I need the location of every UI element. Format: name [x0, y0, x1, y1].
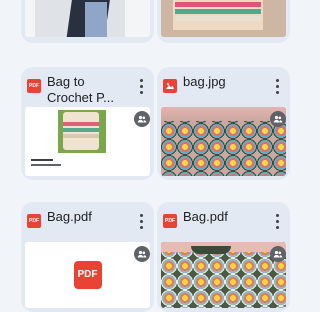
file-card-bag-pdf-2[interactable]: PDF Bag.pdf — [157, 202, 290, 312]
file-card-bag-jpg[interactable]: bag.jpg — [157, 67, 290, 180]
card-header: bag.jpg — [157, 67, 290, 107]
file-card-top-left[interactable] — [21, 0, 154, 43]
shared-people-icon — [270, 246, 286, 262]
shared-people-icon — [270, 111, 286, 127]
more-vert-icon[interactable] — [134, 75, 148, 97]
card-header: PDF Bag.pdf — [21, 202, 154, 242]
file-title: Bag.pdf — [183, 209, 228, 224]
file-title: bag.jpg — [183, 74, 226, 89]
thumbnail: PDF — [25, 242, 150, 308]
thumbnail — [25, 0, 150, 37]
more-vert-icon[interactable] — [134, 210, 148, 232]
card-header: PDF Bag.pdf — [157, 202, 290, 242]
more-vert-icon[interactable] — [270, 210, 284, 232]
file-card-top-right[interactable] — [157, 0, 290, 43]
more-vert-icon[interactable] — [270, 75, 284, 97]
shared-people-icon — [134, 246, 150, 262]
pdf-file-icon: PDF — [163, 214, 177, 228]
thumbnail — [25, 107, 150, 176]
file-title: Bag to Crochet P... — [47, 74, 114, 105]
card-header: PDF Bag to Crochet P... — [21, 67, 154, 107]
thumbnail — [161, 0, 286, 37]
file-card-bag-pdf-1[interactable]: PDF Bag.pdf PDF — [21, 202, 154, 312]
pdf-file-icon: PDF — [27, 214, 41, 228]
shared-people-icon — [134, 111, 150, 127]
thumbnail — [161, 242, 286, 308]
file-title: Bag.pdf — [47, 209, 92, 224]
image-file-icon — [163, 79, 177, 93]
file-card-bag-to-crochet[interactable]: PDF Bag to Crochet P... — [21, 67, 154, 180]
pdf-file-icon: PDF — [27, 79, 41, 93]
thumbnail — [161, 107, 286, 176]
pdf-placeholder-icon: PDF — [73, 261, 102, 289]
